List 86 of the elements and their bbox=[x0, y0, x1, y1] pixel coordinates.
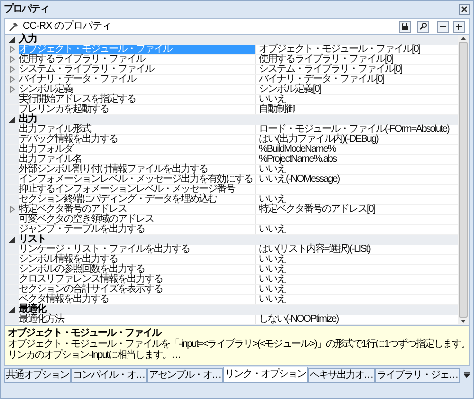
property-value[interactable]: いいえ(-NOMessage) bbox=[256, 175, 458, 184]
collapse-triangle-icon[interactable] bbox=[9, 237, 15, 243]
scrollbar[interactable] bbox=[458, 35, 469, 325]
property-name[interactable]: クロスリファレンス情報を出力する bbox=[19, 275, 255, 284]
property-name[interactable]: ジャンプ・テーブルを出力する bbox=[19, 225, 255, 234]
property-name[interactable]: 使用するライブラリ・ファイル bbox=[19, 55, 255, 64]
property-name[interactable]: 特定ベクタ番号のアドレス bbox=[19, 205, 255, 214]
scroll-down-icon[interactable] bbox=[461, 320, 466, 323]
property-value[interactable]: 使用するライブラリ・ファイル[0] bbox=[256, 55, 458, 64]
tab[interactable]: ライブラリ・ジェ… bbox=[375, 368, 460, 383]
tab[interactable]: リンク・オプション bbox=[223, 367, 308, 383]
property-value[interactable]: いいえ bbox=[256, 265, 458, 274]
expand-all-button[interactable] bbox=[453, 20, 465, 32]
tab[interactable]: ヘキサ出力オ… bbox=[308, 368, 375, 383]
property-value[interactable]: いいえ bbox=[256, 275, 458, 284]
tab-list-dropdown-icon[interactable] bbox=[464, 372, 470, 378]
description-title: オブジェクト・モジュール・ファイル bbox=[8, 328, 162, 339]
panel-title: プロパティ bbox=[4, 4, 49, 14]
property-name[interactable]: 抑止するインフォメーションレベル・メッセージ番号 bbox=[19, 185, 255, 194]
search-icon bbox=[420, 23, 426, 30]
property-value[interactable]: いいえ bbox=[256, 285, 458, 294]
property-name[interactable]: システム・ライブラリ・ファイル bbox=[19, 65, 255, 74]
search-button[interactable] bbox=[417, 20, 429, 32]
description-text: リンカのオプション-Inputに相当します。… bbox=[8, 350, 182, 361]
property-name[interactable]: シンボル定義 bbox=[19, 85, 255, 94]
collapse-triangle-icon[interactable] bbox=[9, 37, 15, 43]
tab[interactable]: 共通オプション bbox=[4, 368, 71, 383]
plus-icon bbox=[456, 24, 462, 30]
lock-icon bbox=[402, 23, 408, 30]
scroll-up-icon[interactable] bbox=[461, 37, 466, 40]
property-name[interactable]: 最適化方法 bbox=[19, 315, 255, 324]
property-value[interactable]: いいえ bbox=[256, 165, 458, 174]
expand-triangle-icon[interactable] bbox=[10, 206, 14, 213]
property-name[interactable]: 出力ファイル名 bbox=[19, 155, 255, 164]
property-value[interactable]: はい(リスト内容=選択)(-LISt) bbox=[256, 245, 458, 254]
hammer-icon bbox=[9, 22, 19, 32]
property-name[interactable]: 可変ベクタの空き領域のアドレス bbox=[19, 215, 255, 224]
property-name[interactable]: インフォメーションレベル・メッセージ出力を有効にする bbox=[19, 175, 255, 184]
property-value[interactable]: 特定ベクタ番号のアドレス[0] bbox=[256, 205, 458, 214]
toolbar-title: CC-RX のプロパティ bbox=[23, 22, 112, 32]
property-name[interactable]: セクション終端にパディング・データを埋め込む bbox=[19, 195, 255, 204]
property-name[interactable]: 出力フォルダ bbox=[19, 145, 255, 154]
category-label: 入力 bbox=[19, 35, 37, 45]
property-value[interactable]: いいえ bbox=[256, 195, 458, 204]
category-label: 最適化 bbox=[19, 305, 46, 315]
property-value[interactable]: %BuildModeName% bbox=[256, 145, 458, 154]
property-value[interactable]: 自動制御 bbox=[256, 105, 458, 114]
property-name[interactable]: 実行開始アドレスを指定する bbox=[19, 95, 255, 104]
property-name[interactable]: 外部シンボル割り付け情報ファイルを出力する bbox=[19, 165, 255, 174]
tab[interactable]: コンパイル・オ… bbox=[71, 368, 147, 383]
minus-icon bbox=[440, 24, 446, 30]
property-name[interactable]: シンボルの参照回数を出力する bbox=[19, 265, 255, 274]
property-value[interactable]: いいえ bbox=[256, 225, 458, 234]
collapse-triangle-icon[interactable] bbox=[9, 117, 15, 123]
property-value[interactable]: はい(出力ファイル内)(-DEBug) bbox=[256, 135, 458, 144]
property-value[interactable]: ロード・モジュール・ファイル(-FOrm=Absolute) bbox=[256, 125, 458, 134]
property-value[interactable]: いいえ bbox=[256, 255, 458, 264]
property-name[interactable]: シンボル情報を出力する bbox=[19, 255, 255, 264]
lock-button[interactable] bbox=[399, 20, 411, 32]
category-label: リスト bbox=[19, 235, 46, 245]
category-label: 出力 bbox=[19, 115, 37, 125]
property-name[interactable]: 出力ファイル形式 bbox=[19, 125, 255, 134]
tab[interactable]: アセンブル・オ… bbox=[147, 368, 223, 383]
category-row[interactable]: リスト bbox=[5, 235, 458, 245]
property-name[interactable]: バイナリ・データ・ファイル bbox=[19, 75, 255, 84]
close-icon[interactable] bbox=[459, 4, 470, 15]
property-name[interactable]: プレリンカを起動する bbox=[19, 105, 255, 114]
category-row[interactable]: 入力 bbox=[5, 35, 458, 45]
property-value[interactable]: %ProjectName%.abs bbox=[256, 155, 458, 164]
collapse-all-button[interactable] bbox=[437, 20, 449, 32]
property-value[interactable]: しない(-NOOPtimize) bbox=[256, 315, 458, 324]
property-value[interactable]: いいえ bbox=[256, 95, 458, 104]
scrollbar-thumb[interactable] bbox=[459, 42, 468, 318]
property-name[interactable]: デバッグ情報を出力する bbox=[19, 135, 255, 144]
property-value[interactable]: オブジェクト・モジュール・ファイル[0] bbox=[256, 45, 458, 54]
property-name[interactable]: ベクタ情報を出力する bbox=[19, 295, 255, 304]
property-value[interactable]: バイナリ・データ・ファイル[0] bbox=[256, 75, 458, 84]
property-value[interactable]: システム・ライブラリ・ファイル[0] bbox=[256, 65, 458, 74]
property-value[interactable]: いいえ bbox=[256, 295, 458, 304]
category-row[interactable]: 出力 bbox=[5, 115, 458, 125]
property-name[interactable]: セクションの合計サイズを表示する bbox=[19, 285, 255, 294]
category-row[interactable]: 最適化 bbox=[5, 305, 458, 315]
collapse-triangle-icon[interactable] bbox=[9, 307, 15, 313]
property-value[interactable]: シンボル定義[0] bbox=[256, 85, 458, 94]
description-text: オブジェクト・モジュール・ファイルを「-input=<ライブラリ>(<モジュール>)」の形式で1行に1つずつ指定します。 bbox=[8, 339, 466, 350]
property-name[interactable]: リンケージ・リスト・ファイルを出力する bbox=[19, 245, 255, 254]
